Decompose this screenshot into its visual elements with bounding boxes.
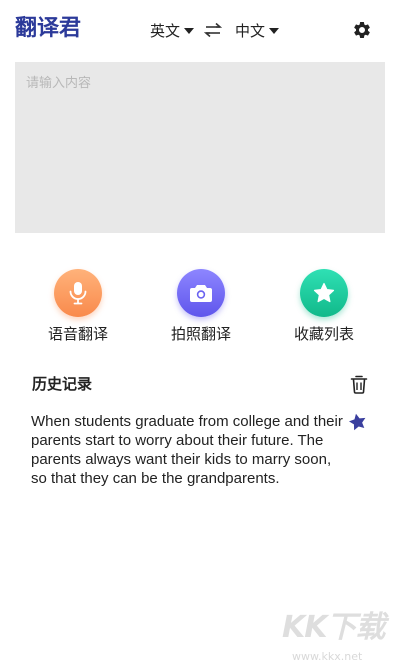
camera-icon [190, 285, 212, 302]
star-icon [313, 282, 335, 303]
photo-translate-badge [177, 269, 225, 317]
photo-translate-label: 拍照翻译 [170, 325, 231, 343]
target-language-label: 中文 [235, 21, 266, 40]
app-logo: 翻译君 [15, 16, 82, 41]
photo-translate-button[interactable]: 拍照翻译 [151, 269, 251, 344]
source-language-label: 英文 [150, 21, 181, 40]
watermark-url: www.kkx.net [292, 650, 363, 663]
favorites-list-button[interactable]: 收藏列表 [274, 269, 374, 344]
source-language-select[interactable]: 英文 [150, 18, 195, 42]
star-icon[interactable] [348, 412, 370, 432]
microphone-icon [69, 282, 87, 305]
voice-translate-button[interactable]: 语音翻译 [28, 269, 128, 344]
header: 翻译君 英文 中文 [0, 0, 400, 62]
favorites-list-badge [300, 269, 348, 317]
gear-icon[interactable] [352, 20, 372, 40]
history-item-text[interactable]: When students graduate from college and … [31, 412, 349, 488]
voice-translate-badge [54, 269, 102, 317]
target-language-select[interactable]: 中文 [235, 18, 280, 42]
trash-icon[interactable] [350, 375, 368, 394]
watermark-logo: KK下载 [282, 610, 385, 645]
watermark: KK下载 www.kkx.net [282, 608, 398, 666]
swap-languages-icon[interactable] [204, 21, 222, 39]
chevron-down-icon [184, 28, 195, 34]
history-title: 历史记录 [32, 375, 93, 393]
translator-screen: 翻译君 英文 中文 语音翻译 [0, 0, 400, 666]
voice-translate-label: 语音翻译 [47, 325, 108, 343]
favorites-list-label: 收藏列表 [293, 325, 354, 343]
translation-input[interactable] [15, 62, 385, 233]
chevron-down-icon [269, 28, 280, 34]
